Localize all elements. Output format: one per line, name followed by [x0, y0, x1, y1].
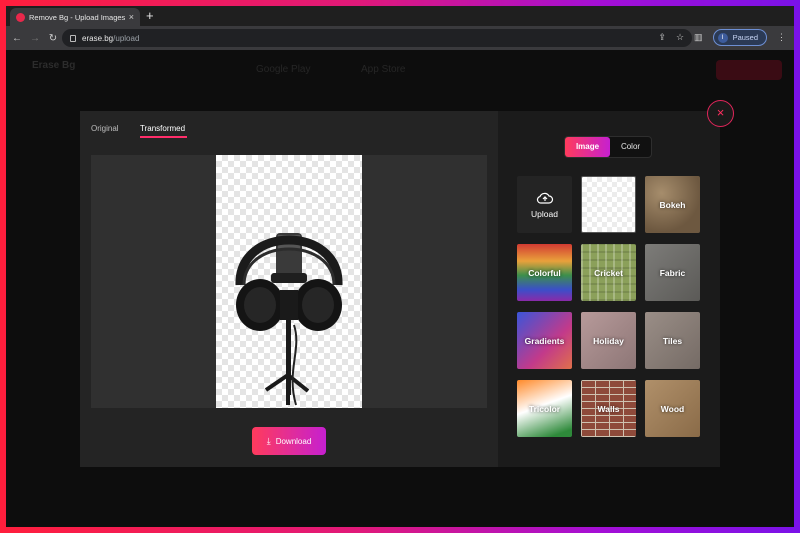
active-tab-indicator — [140, 136, 187, 138]
browser-window: Remove Bg - Upload Images to × + ← → ↻ e… — [6, 6, 794, 527]
sidebar-icon[interactable]: ▥ — [694, 32, 703, 43]
profile-status: Paused — [732, 33, 758, 42]
url-path: /upload — [113, 33, 140, 43]
download-label: Download — [275, 436, 312, 446]
bg-tile-bokeh[interactable]: Bokeh — [645, 176, 700, 233]
new-tab-button[interactable]: + — [146, 8, 154, 24]
reload-icon[interactable]: ↻ — [44, 33, 62, 44]
bg-tile-label: Fabric — [659, 267, 686, 278]
bg-tile-label: Tiles — [662, 335, 683, 346]
address-toolbar: ← → ↻ erase.bg /upload ⇪ ☆ ▥ I Paused ⋮ — [6, 26, 794, 50]
favicon-icon — [16, 12, 25, 22]
preview-panel: Original Transformed ⤓ Download — [80, 111, 498, 467]
bg-tile-walls[interactable]: Walls — [581, 380, 636, 437]
back-icon[interactable]: ← — [8, 33, 26, 44]
tab-transformed[interactable]: Transformed — [140, 124, 185, 133]
url-host: erase.bg — [82, 33, 114, 43]
bg-tile-label: Walls — [597, 403, 620, 414]
share-icon[interactable]: ⇪ — [658, 32, 666, 43]
bg-tile-holiday[interactable]: Holiday — [581, 312, 636, 369]
bg-tile-tricolor[interactable]: Tricolor — [517, 380, 572, 437]
tab-close-icon[interactable]: × — [129, 12, 134, 22]
browser-tab[interactable]: Remove Bg - Upload Images to × — [10, 8, 140, 26]
bg-tile-tiles[interactable]: Tiles — [645, 312, 700, 369]
tab-original[interactable]: Original — [91, 124, 119, 133]
bg-tile-label: Bokeh — [659, 199, 686, 210]
menu-kebab-icon[interactable]: ⋮ — [777, 32, 786, 43]
close-modal-button[interactable]: × — [707, 100, 734, 127]
page-backdrop: Erase Bg Google Play App Store Original … — [6, 50, 794, 527]
download-button[interactable]: ⤓ Download — [252, 427, 326, 455]
profile-avatar: I — [717, 32, 728, 43]
bg-tile-upload[interactable]: Upload — [517, 176, 572, 233]
header-cta — [716, 60, 782, 80]
toolbar-actions: ⇪ ☆ ▥ I Paused ⋮ — [658, 29, 786, 46]
mode-color-button[interactable]: Color — [610, 137, 651, 157]
lock-icon — [70, 34, 76, 42]
background-picker: Image Color Upload Bokeh Colorful Cricke… — [498, 111, 720, 467]
profile-button[interactable]: I Paused — [712, 29, 767, 46]
microphone-headphones-image — [235, 233, 343, 406]
bg-tile-label: Holiday — [593, 335, 624, 346]
transformed-image — [216, 155, 362, 408]
bg-tile-label: Cricket — [594, 267, 623, 278]
cloud-upload-icon — [536, 192, 553, 204]
url-bar[interactable]: erase.bg /upload — [62, 29, 692, 47]
google-play-badge: Google Play — [256, 64, 311, 75]
result-modal: Original Transformed ⤓ Download Image Co… — [80, 111, 720, 467]
download-icon: ⤓ — [266, 435, 271, 446]
bg-tile-transparent[interactable] — [581, 176, 636, 233]
bg-tile-wood[interactable]: Wood — [645, 380, 700, 437]
tab-strip: Remove Bg - Upload Images to × + — [6, 6, 794, 26]
bg-tile-cricket[interactable]: Cricket — [581, 244, 636, 301]
background-mode-toggle: Image Color — [564, 136, 652, 158]
bg-tile-label: Wood — [660, 403, 685, 414]
bg-tile-label: Upload — [531, 208, 558, 219]
bookmark-star-icon[interactable]: ☆ — [676, 32, 684, 43]
bg-tile-fabric[interactable]: Fabric — [645, 244, 700, 301]
bg-tile-label: Tricolor — [528, 403, 561, 414]
preview-canvas — [91, 155, 487, 408]
forward-icon[interactable]: → — [26, 33, 44, 44]
bg-tile-label: Colorful — [528, 267, 561, 278]
mode-image-button[interactable]: Image — [565, 137, 610, 157]
site-logo: Erase Bg — [32, 60, 76, 71]
tab-title: Remove Bg - Upload Images to — [29, 12, 125, 22]
bg-tile-gradients[interactable]: Gradients — [517, 312, 572, 369]
app-store-badge: App Store — [361, 64, 406, 75]
bg-tile-label: Gradients — [524, 335, 565, 346]
bg-tile-colorful[interactable]: Colorful — [517, 244, 572, 301]
site-header: Erase Bg Google Play App Store — [6, 50, 794, 90]
